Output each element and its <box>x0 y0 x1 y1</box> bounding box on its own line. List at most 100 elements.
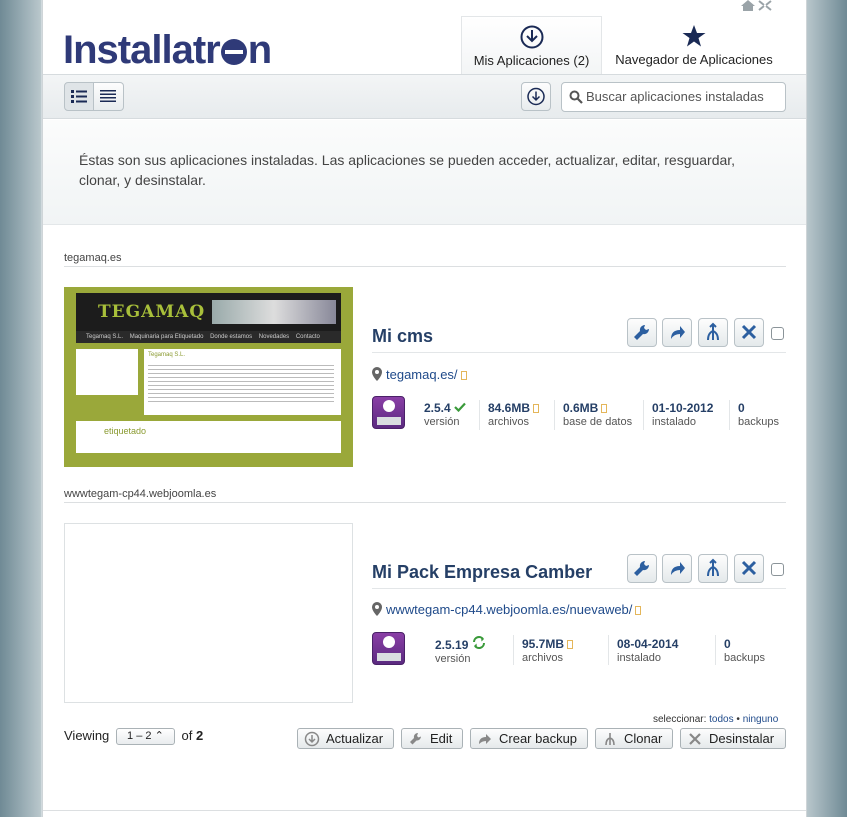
divider <box>43 810 806 811</box>
redirect-button[interactable] <box>662 318 692 347</box>
list-bullets-icon <box>71 90 87 103</box>
stat-value: 0 <box>724 637 731 651</box>
viewing-label: Viewing <box>64 728 110 743</box>
stat-value: 08-04-2014 <box>617 637 679 651</box>
select-none-link[interactable]: ninguno <box>743 714 779 725</box>
clone-all-button[interactable]: Clonar <box>595 728 673 749</box>
divider <box>64 502 786 503</box>
expand-icon[interactable] <box>758 0 772 11</box>
app-thumbnail[interactable] <box>64 523 353 703</box>
list-view-button[interactable] <box>64 82 94 111</box>
redirect-button[interactable] <box>662 554 692 583</box>
clone-button[interactable] <box>698 554 728 583</box>
tab-app-browser[interactable]: Navegador de Aplicaciones <box>605 16 783 74</box>
of-label: of <box>181 728 193 743</box>
stat-value: 95.7MB <box>522 637 565 651</box>
backup-button[interactable]: Crear backup <box>470 728 588 749</box>
app-url-row: wwwtegam-cp44.webjoomla.es/nuevaweb/ <box>372 602 642 617</box>
select-all-link[interactable]: todos <box>709 714 733 725</box>
app-url-link[interactable]: tegamaq.es/ <box>386 367 458 382</box>
stat-label: archivos <box>488 416 529 428</box>
backup-button-label: Crear backup <box>499 731 578 746</box>
select-checkbox[interactable] <box>771 563 784 576</box>
stat-version: 2.5.4 versión <box>424 401 466 428</box>
edit-button[interactable] <box>627 554 657 583</box>
close-icon <box>741 560 757 576</box>
page-range-select[interactable]: 1 – 2 ⌃ <box>115 728 175 745</box>
stat-files: 95.7MB archivos <box>522 637 574 664</box>
main-panel: Installatr n Mis Aplicaciones (2) Navegad… <box>42 0 807 817</box>
location-pin-icon <box>372 602 382 616</box>
uninstall-all-button[interactable]: Desinstalar <box>680 728 786 749</box>
wrench-icon <box>410 732 422 745</box>
stat-backups: 0 backups <box>738 401 779 428</box>
pagination: Viewing 1 – 2 ⌃ of 2 <box>64 728 203 745</box>
arrow-share-icon <box>671 562 685 575</box>
stat-label: backups <box>724 652 765 664</box>
joomla-pack-badge <box>377 653 401 661</box>
arrow-share-icon <box>671 326 685 339</box>
thumb-nav-item: Tegamaq S.L. <box>86 334 124 340</box>
thumb-content: Tegamaq S.L. <box>144 349 341 415</box>
joomla-version-badge <box>377 417 401 425</box>
download-circle-icon <box>527 87 545 106</box>
stat-database: 0.6MB base de datos <box>563 401 632 428</box>
update-button[interactable]: Actualizar <box>297 728 394 749</box>
update-available-icon[interactable] <box>472 636 486 649</box>
import-button[interactable] <box>521 82 551 111</box>
page-range-value: 1 – 2 <box>127 730 152 742</box>
edit-all-button[interactable]: Edit <box>401 728 463 749</box>
close-icon <box>741 324 757 340</box>
total-count: 2 <box>196 728 204 743</box>
app-thumbnail[interactable]: TEGAMAQ Tegamaq S.L. Maquinaria para Eti… <box>64 287 353 467</box>
select-checkbox[interactable] <box>771 327 784 340</box>
fork-icon <box>707 322 719 341</box>
select-separator: • <box>736 714 740 725</box>
uninstall-button[interactable] <box>734 554 764 583</box>
app-url-link[interactable]: wwwtegam-cp44.webjoomla.es/nuevaweb/ <box>386 602 632 617</box>
thumb-banner: TEGAMAQ <box>76 293 341 331</box>
update-button-label: Actualizar <box>326 731 384 746</box>
stat-value: 0.6MB <box>563 401 599 415</box>
app-title[interactable]: Mi Pack Empresa Camber <box>372 562 592 583</box>
search-input[interactable] <box>586 89 782 104</box>
fork-icon <box>605 733 615 746</box>
thumb-nav-item: Novedades <box>258 334 290 340</box>
download-circle-icon <box>304 731 320 747</box>
stat-label: instalado <box>617 652 662 664</box>
stat-label: instalado <box>652 416 697 428</box>
arrow-share-icon <box>479 734 491 744</box>
select-label: seleccionar: <box>653 714 707 725</box>
search-box <box>561 82 786 112</box>
uninstall-button[interactable] <box>734 318 764 347</box>
thumb-nav-item: Contacto <box>295 334 320 340</box>
compact-view-button[interactable] <box>94 82 124 111</box>
stat-label: archivos <box>522 652 563 664</box>
check-icon <box>454 402 466 413</box>
clone-button[interactable] <box>698 318 728 347</box>
external-link-icon[interactable] <box>601 404 608 413</box>
tab-app-browser-label: Navegador de Aplicaciones <box>615 52 773 67</box>
intro-text: Éstas son sus aplicaciones instaladas. L… <box>79 152 736 188</box>
edit-button[interactable] <box>627 318 657 347</box>
app-url-row: tegamaq.es/ <box>372 367 467 382</box>
thumb-machine-image <box>212 300 336 324</box>
edit-all-button-label: Edit <box>430 731 453 746</box>
thumb-nav-item: Maquinaria para Etiquetado <box>129 334 204 340</box>
app-domain: wwwtegam-cp44.webjoomla.es <box>64 488 217 500</box>
external-link-icon[interactable] <box>635 606 642 615</box>
stat-value: 84.6MB <box>488 401 531 415</box>
tab-my-apps[interactable]: Mis Aplicaciones (2) <box>461 16 602 74</box>
stat-installed: 08-04-2014 instalado <box>617 637 678 664</box>
thumb-section: etiquetado <box>76 421 341 453</box>
app-title[interactable]: Mi cms <box>372 326 433 347</box>
divider <box>64 266 786 267</box>
external-link-icon[interactable] <box>533 404 540 413</box>
external-link-icon[interactable] <box>460 371 467 380</box>
stat-value: 0 <box>738 401 745 415</box>
star-icon <box>682 25 706 47</box>
home-icon[interactable] <box>741 0 755 11</box>
intro-box: Éstas son sus aplicaciones instaladas. L… <box>43 120 806 225</box>
stat-label: base de datos <box>563 416 633 428</box>
external-link-icon[interactable] <box>567 640 574 649</box>
